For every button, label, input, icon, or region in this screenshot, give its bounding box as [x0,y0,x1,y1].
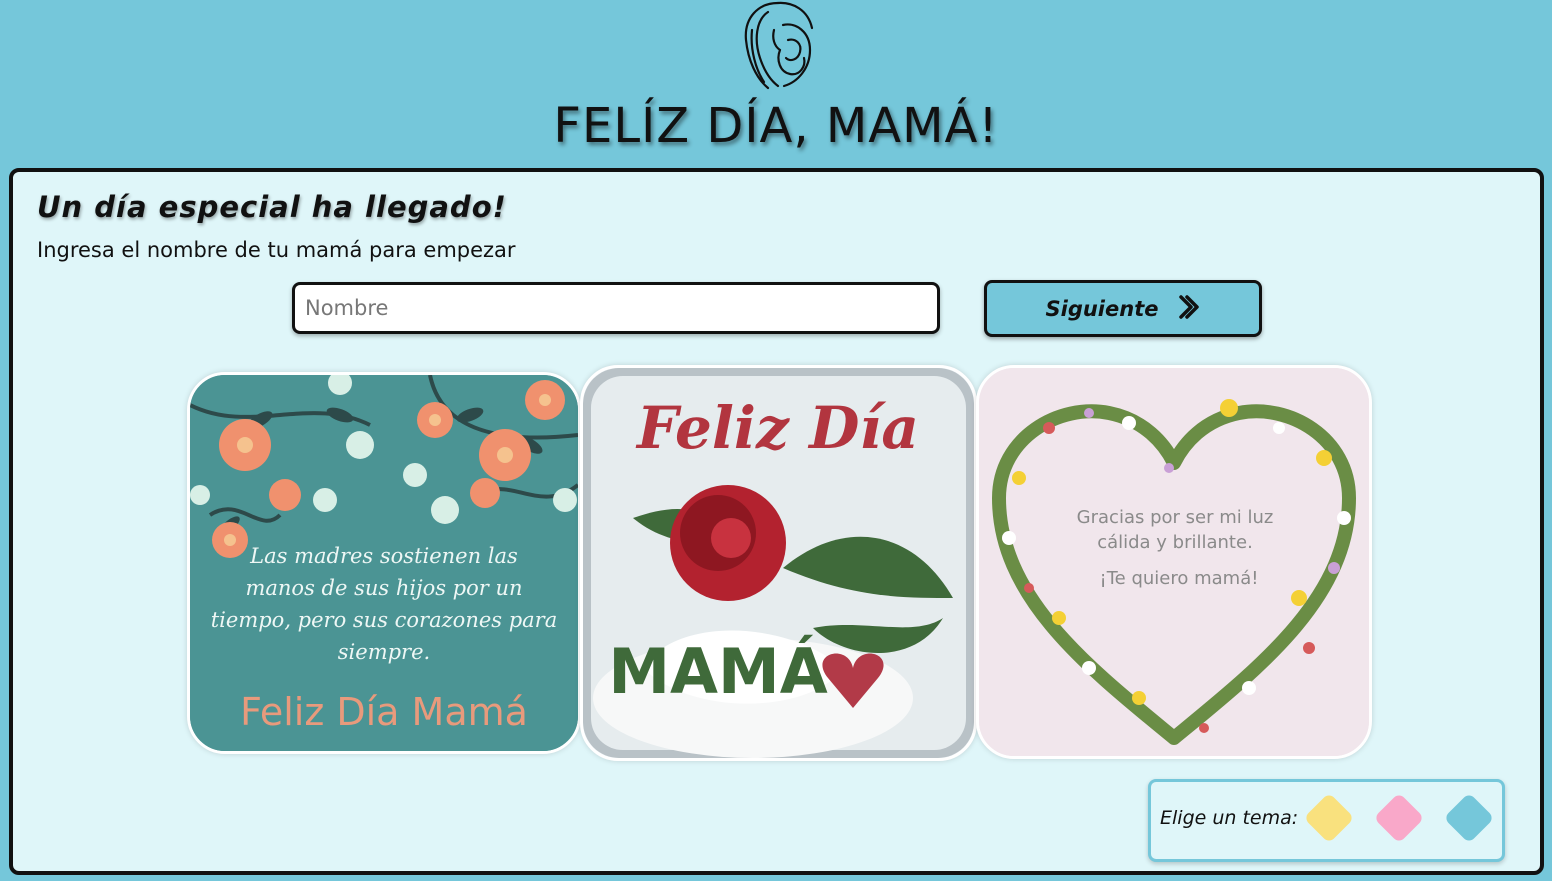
card1-quote-line-1: Las madres sostienen las [249,544,518,568]
theme-label: Elige un tema: [1160,807,1299,829]
panel-heading: Un día especial ha llegado! [37,190,507,224]
header: FELÍZ DÍA, MAMÁ! [0,0,1552,168]
next-button-label: Siguiente [1045,296,1159,321]
card1-quote-line-2: manos de sus hijos por un [245,576,522,600]
card-flowers-quote[interactable]: Las madres sostienen las manos de sus hi… [187,372,581,754]
theme-picker: Elige un tema: [1148,779,1505,862]
card-heart-wreath[interactable]: Gracias por ser mi luz cálida y brillant… [976,365,1372,759]
card1-quote-line-4: siempre. [338,640,430,664]
main-panel: Un día especial ha llegado! Ingresa el n… [9,168,1544,875]
card1-quote-line-3: tiempo, pero sus corazones para [211,608,558,632]
card1-footer: Feliz Día Mamá [240,690,528,734]
theme-swatch-yellow[interactable] [1303,792,1355,844]
card3-closing: ¡Te quiero mamá! [1100,568,1259,589]
card2-title: Feliz Día [635,394,919,462]
card3-line-1: Gracias por ser mi luz [1077,507,1274,528]
page-title: FELÍZ DÍA, MAMÁ! [553,98,999,154]
card-rose[interactable]: Feliz Día MAMÁ [580,365,977,761]
card2-word: MAMÁ [608,635,827,708]
name-input[interactable] [292,282,940,334]
theme-swatch-blue[interactable] [1443,792,1495,844]
card3-line-2: cálida y brillante. [1097,532,1253,553]
mother-child-logo-icon [738,0,818,95]
theme-swatch-pink[interactable] [1373,792,1425,844]
chevron-right-icon [1178,294,1200,324]
panel-instructions: Ingresa el nombre de tu mamá para empeza… [37,238,516,262]
next-button[interactable]: Siguiente [984,280,1262,337]
